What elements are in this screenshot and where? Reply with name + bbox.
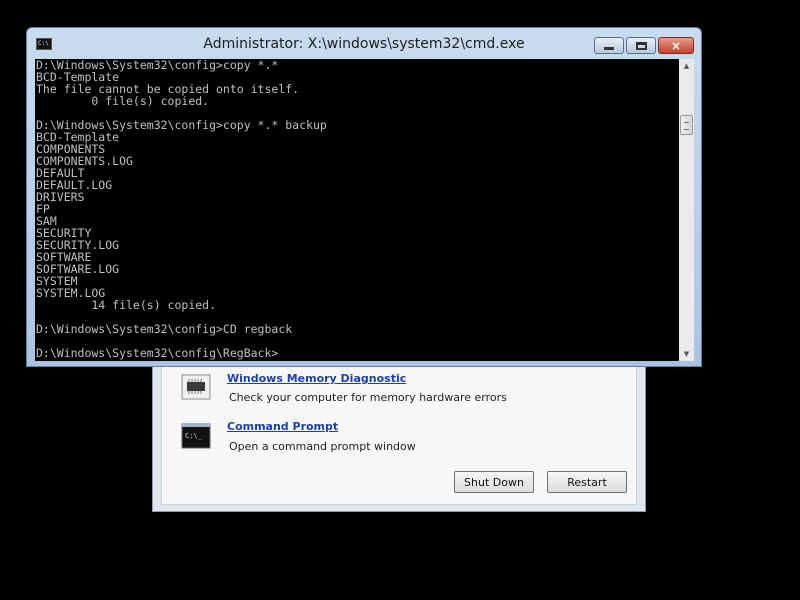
console-line: D:\Windows\System32\config>CD regback [36,322,293,336]
close-icon: × [670,38,682,53]
console-line: SECURITY [36,226,92,240]
scroll-up-icon[interactable]: ▲ [679,59,694,73]
minimize-button[interactable] [594,37,624,54]
console-line: FP [36,202,50,216]
command-prompt-link[interactable]: Command Prompt [227,420,338,433]
console-line: D:\Windows\System32\config\RegBack> [36,346,279,360]
memory-diagnostic-link[interactable]: Windows Memory Diagnostic [227,372,406,385]
command-prompt-icon[interactable]: C:\_ [181,423,211,449]
restart-button[interactable]: Restart [547,471,627,493]
memory-chip-icon[interactable] [181,374,211,400]
maximize-button[interactable] [626,37,656,54]
shut-down-button[interactable]: Shut Down [454,471,534,493]
close-button[interactable]: × [658,37,694,54]
console-line: DEFAULT.LOG [36,178,113,192]
console-line: DRIVERS [36,190,85,204]
minimize-icon [604,46,614,50]
console-line: SAM [36,214,57,228]
console-line: BCD-Template [36,130,120,144]
console-line: 0 file(s) copied. [36,94,210,108]
console-line: D:\Windows\System32\config>copy *.* [36,59,279,72]
console-line: SECURITY.LOG [36,238,120,252]
console-line: COMPONENTS.LOG [36,154,133,168]
scroll-thumb[interactable] [680,115,693,135]
console-text: D:\Windows\System32\config>copy *.* BCD-T… [35,59,679,359]
command-prompt-description: Open a command prompt window [229,440,416,453]
console-line: SOFTWARE [36,250,92,264]
console-line: D:\Windows\System32\config>copy *.* back… [36,118,327,132]
console-output[interactable]: D:\Windows\System32\config>copy *.* BCD-T… [35,59,679,361]
console-line: SOFTWARE.LOG [36,262,120,276]
console-line: 14 file(s) copied. [36,298,217,312]
cmd-window: C:\ Administrator: X:\windows\system32\c… [26,27,702,367]
scroll-down-icon[interactable]: ▼ [679,347,694,361]
console-line: DEFAULT [36,166,85,180]
memory-diagnostic-description: Check your computer for memory hardware … [229,391,507,404]
system-recovery-options-panel: Windows Memory Diagnostic Check your com… [152,360,646,512]
console-line: SYSTEM [36,274,78,288]
vertical-scrollbar[interactable]: ▲ ▼ [679,59,694,361]
title-bar[interactable]: C:\ Administrator: X:\windows\system32\c… [27,28,701,58]
svg-text:C:\_: C:\_ [185,432,203,440]
maximize-icon [635,41,647,50]
recovery-options-content: Windows Memory Diagnostic Check your com… [161,361,637,505]
